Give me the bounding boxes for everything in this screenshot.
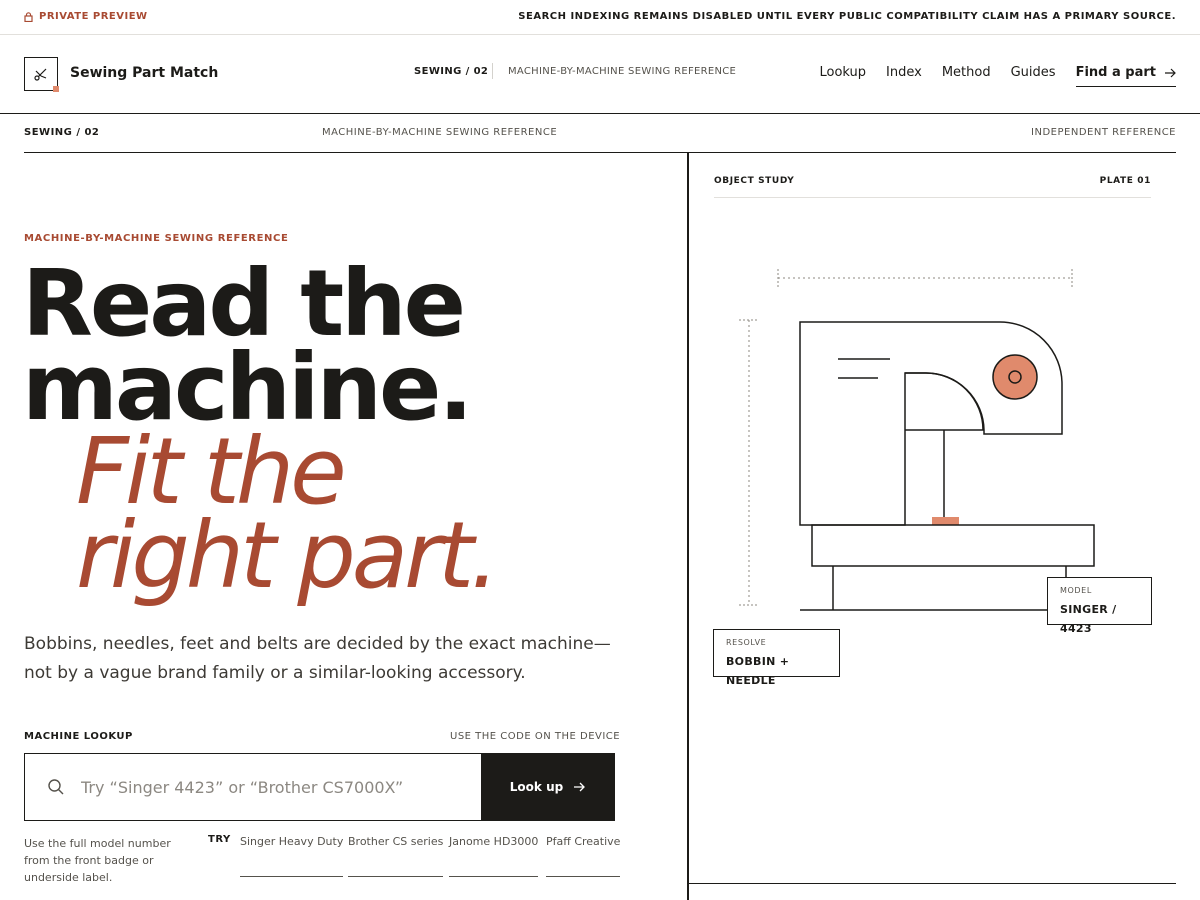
lookup-hint: USE THE CODE ON THE DEVICE <box>450 731 621 742</box>
scissors-icon <box>34 68 47 81</box>
lookup-help-text: Use the full model number from the front… <box>24 837 171 884</box>
logo-accent-dot <box>53 86 59 92</box>
top-notice-bar: PRIVATE PREVIEW SEARCH INDEXING REMAINS … <box>0 0 1200 35</box>
private-preview-label: PRIVATE PREVIEW <box>39 11 148 22</box>
find-a-part-link[interactable]: Find a part <box>1075 65 1176 87</box>
look-up-label: Look up <box>509 780 564 794</box>
resolve-tag: RESOLVE BOBBIN + NEEDLE <box>713 629 840 687</box>
hero-headline: Read the machine. <box>22 258 473 434</box>
hero-lede: Bobbins, needles, feet and belts are dec… <box>24 634 611 683</box>
hero-eyebrow: MACHINE-BY-MACHINE SEWING REFERENCE <box>24 233 289 244</box>
suggestion-pfaff-creative[interactable]: Pfaff Creative <box>546 835 621 877</box>
search-icon <box>48 779 64 795</box>
nav-item-lookup[interactable]: Lookup <box>820 65 867 87</box>
model-tag-value: SINGER / 4423 <box>1060 603 1117 635</box>
lock-icon <box>24 11 33 22</box>
section-code: SEWING / 02 <box>24 127 100 138</box>
machine-search-input[interactable] <box>81 775 481 799</box>
brand-name[interactable]: Sewing Part Match <box>70 65 218 81</box>
main-nav: Lookup Index Method Guides Find a part <box>820 65 1176 87</box>
suggestion-brother-cs-series[interactable]: Brother CS series <box>348 835 444 877</box>
sewing-machine-illustration <box>739 269 1095 611</box>
private-preview-badge: PRIVATE PREVIEW <box>24 11 148 22</box>
breadcrumb: SEWING / 02 <box>414 66 489 77</box>
model-tag-key: MODEL <box>1060 586 1092 595</box>
section-bar: SEWING / 02 MACHINE-BY-MACHINE SEWING RE… <box>24 114 1176 153</box>
indexing-notice: SEARCH INDEXING REMAINS DISABLED UNTIL E… <box>518 11 1176 22</box>
lookup-label: MACHINE LOOKUP <box>24 731 133 742</box>
breadcrumb-subtitle: MACHINE-BY-MACHINE SEWING REFERENCE <box>508 66 737 77</box>
suggestion-singer-heavy-duty[interactable]: Singer Heavy Duty <box>240 835 344 877</box>
site-header: Sewing Part Match SEWING / 02 MACHINE-BY… <box>0 35 1200 114</box>
hero-headline-accent: Fit the right part. <box>76 426 499 602</box>
section-title: MACHINE-BY-MACHINE SEWING REFERENCE <box>322 127 558 138</box>
arrow-right-icon <box>574 782 586 792</box>
resolve-tag-key: RESOLVE <box>726 638 767 647</box>
machine-lookup-form: Look up <box>24 753 615 821</box>
breadcrumb-divider <box>492 63 493 79</box>
plate-number: PLATE 01 <box>1099 176 1151 186</box>
arrow-right-icon <box>1165 68 1176 77</box>
look-up-button[interactable]: Look up <box>481 754 614 820</box>
model-tag: MODEL SINGER / 4423 <box>1047 577 1152 635</box>
nav-item-guides[interactable]: Guides <box>1011 65 1056 87</box>
find-a-part-label: Find a part <box>1075 65 1156 80</box>
nav-item-method[interactable]: Method <box>942 65 991 87</box>
study-bottom-rule <box>689 883 1176 884</box>
logo[interactable] <box>24 57 59 92</box>
object-study-header: OBJECT STUDY PLATE 01 <box>714 153 1151 198</box>
section-tagline: INDEPENDENT REFERENCE <box>1031 127 1176 138</box>
resolve-tag-value: BOBBIN + NEEDLE <box>726 655 790 687</box>
column-divider <box>687 153 689 900</box>
nav-item-index[interactable]: Index <box>886 65 922 87</box>
try-label: TRY <box>208 834 231 845</box>
suggestion-janome-hd3000[interactable]: Janome HD3000 <box>449 835 539 877</box>
hero-headline-line-4: right part. <box>76 502 499 609</box>
object-study-label: OBJECT STUDY <box>714 176 795 186</box>
